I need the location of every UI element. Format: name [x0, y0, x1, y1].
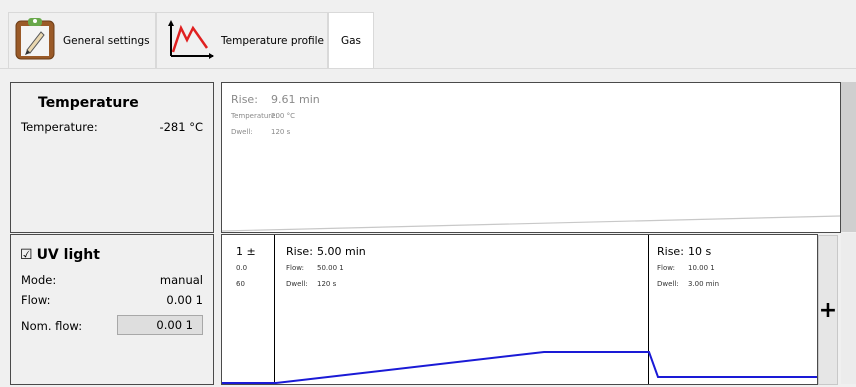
temperature-title: Temperature	[38, 95, 139, 111]
mode-value: manual	[159, 273, 203, 287]
tab-temperature-profile[interactable]: Temperature profile	[156, 12, 328, 68]
tab-bar: General settings Temperature profile Gas	[0, 0, 856, 69]
mode-label: Mode:	[21, 273, 57, 287]
uv-light-checkbox[interactable]: ☑	[20, 247, 33, 263]
tab-divider	[0, 68, 856, 69]
flow-label: Flow:	[21, 293, 51, 307]
temperature-profile-plot[interactable]: Rise: 9.61 min Temperature: 200 °C Dwell…	[221, 82, 841, 233]
tab-gas[interactable]: Gas	[328, 12, 374, 69]
uv-plot-scrollbar[interactable]	[841, 233, 856, 384]
tab-general-settings-label: General settings	[63, 34, 150, 47]
uv-light-panel: ☑ UV light Mode: manual Flow: 0.00 1 Nom…	[10, 234, 214, 385]
temperature-chart-icon	[167, 18, 215, 63]
tab-general-settings[interactable]: General settings	[8, 12, 156, 68]
temperature-profile-line	[222, 215, 840, 232]
nom-flow-label: Nom. flow:	[21, 319, 83, 333]
uv-light-title: UV light	[36, 247, 100, 263]
uv-flow-profile-line	[222, 351, 817, 384]
temperature-value: -281 °C	[159, 120, 203, 134]
add-segment-button[interactable]: +	[818, 235, 838, 385]
uv-light-profile-plot[interactable]: 1 ± 0.0 60 Rise: 5.00 min Flow: 50.00 1 …	[221, 234, 818, 385]
temperature-plot-scrollbar[interactable]	[841, 82, 856, 232]
clipboard-icon	[13, 17, 57, 64]
tab-gas-label: Gas	[340, 35, 362, 47]
nom-flow-field[interactable]: 0.00 1	[117, 315, 203, 335]
flow-value: 0.00 1	[166, 293, 203, 307]
temperature-panel: Temperature Temperature: -281 °C	[10, 82, 214, 233]
tab-temperature-profile-label: Temperature profile	[221, 34, 325, 47]
temperature-label: Temperature:	[21, 120, 98, 134]
